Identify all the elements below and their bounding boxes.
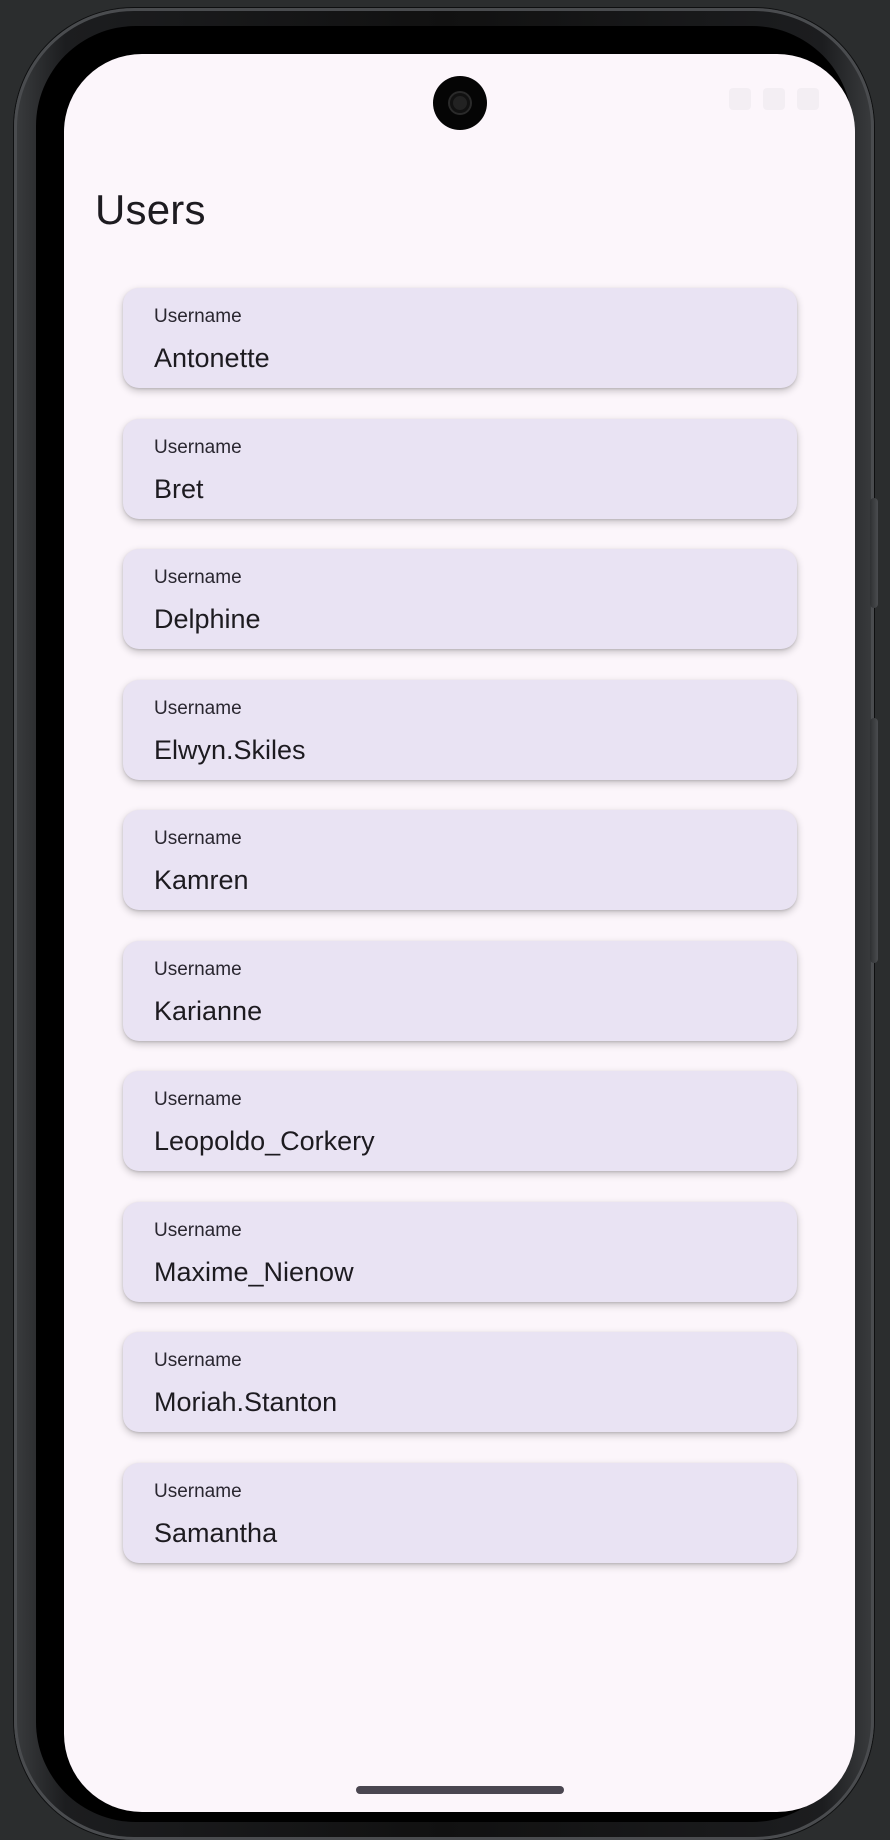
status-bar: [64, 54, 855, 150]
username-label: Username: [154, 828, 242, 849]
signal-icon: [763, 88, 785, 110]
user-card[interactable]: Username Moriah.Stanton: [123, 1332, 797, 1432]
page-title: Users: [95, 186, 206, 233]
camera-lens: [450, 93, 470, 113]
username-label: Username: [154, 1350, 242, 1371]
user-card[interactable]: Username Samantha: [123, 1462, 797, 1563]
user-card[interactable]: Username Delphine: [123, 549, 797, 649]
user-card[interactable]: Username Leopoldo_Corkery: [123, 1071, 797, 1171]
username-value: Karianne: [154, 995, 263, 1026]
user-card[interactable]: Username Maxime_Nienow: [123, 1201, 797, 1302]
front-camera-icon: [433, 76, 487, 130]
username-label: Username: [154, 1219, 242, 1241]
username-value: Kamren: [154, 865, 249, 895]
username-label: Username: [154, 306, 242, 327]
user-card[interactable]: Username Bret: [123, 418, 797, 519]
home-indicator[interactable]: [356, 1786, 564, 1794]
username-label: Username: [154, 436, 242, 458]
username-value: Antonette: [154, 343, 270, 373]
username-value: Samantha: [154, 1517, 278, 1548]
phone-frame: Users Username Antonette Username Bret Usern…: [14, 8, 878, 1840]
user-card[interactable]: Username Elwyn.Skiles: [123, 679, 797, 780]
user-card[interactable]: Username Antonette: [123, 288, 797, 388]
username-label: Username: [154, 1480, 242, 1502]
username-value: Maxime_Nienow: [154, 1256, 354, 1287]
user-card[interactable]: Username Karianne: [123, 940, 797, 1041]
username-value: Bret: [154, 473, 204, 504]
wifi-icon: [729, 88, 751, 110]
battery-icon: [797, 88, 819, 110]
status-icons: [729, 88, 819, 110]
username-label: Username: [154, 567, 242, 588]
username-label: Username: [154, 958, 242, 980]
app-screen: Users Username Antonette Username Bret Usern…: [64, 54, 855, 1812]
volume-button: [870, 498, 878, 608]
user-card[interactable]: Username Kamren: [123, 810, 797, 910]
user-list: Username Antonette Username Bret Username Del…: [123, 288, 797, 1593]
username-value: Moriah.Stanton: [154, 1387, 338, 1417]
username-label: Username: [154, 697, 242, 719]
username-value: Leopoldo_Corkery: [154, 1126, 375, 1156]
username-label: Username: [154, 1089, 242, 1110]
power-button: [870, 718, 878, 963]
username-value: Elwyn.Skiles: [154, 734, 306, 765]
username-value: Delphine: [154, 604, 261, 634]
